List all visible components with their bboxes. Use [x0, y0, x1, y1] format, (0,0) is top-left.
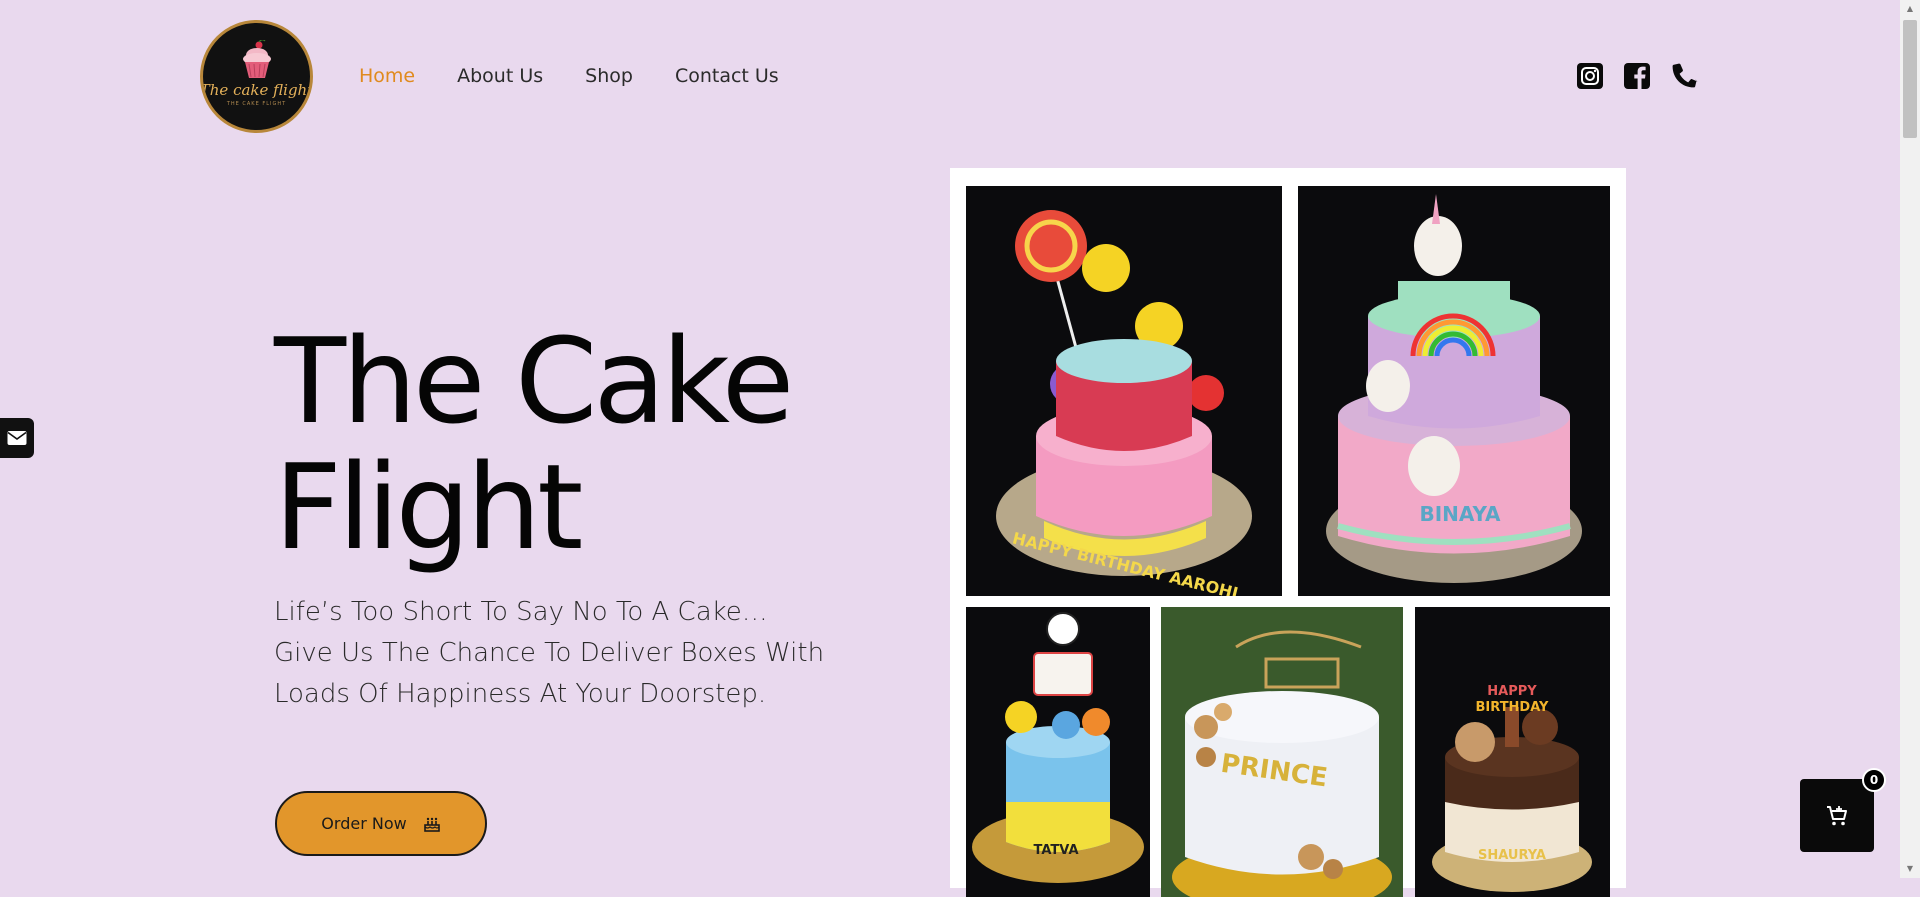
cake-image-binaya: BINAYA: [1326, 194, 1582, 583]
hero-subtitle: Life’s Too Short To Say No To A Cake… Gi…: [274, 592, 874, 715]
nav-shop[interactable]: Shop: [585, 62, 633, 90]
cake-image-tatva: TATVA: [972, 612, 1144, 883]
svg-text:HAPPY: HAPPY: [1487, 684, 1537, 699]
cake-photo-prince: PRINCE: [1161, 607, 1403, 897]
cart-count-badge: 0: [1862, 768, 1886, 792]
cake-image-prince: PRINCE: [1161, 607, 1403, 897]
cart-button[interactable]: [1800, 779, 1874, 852]
hero-subtitle-line2: Give Us The Chance To Deliver Boxes With: [274, 638, 825, 668]
scrollbar-thumb[interactable]: [1903, 20, 1917, 138]
cake-caption-shaurya: SHAURYA: [1478, 848, 1546, 863]
cake-photo-tatva: TATVA: [966, 607, 1150, 897]
hero-title: The Cake Flight: [274, 318, 894, 570]
social-links: [1576, 62, 1698, 90]
phone-icon[interactable]: [1670, 62, 1698, 90]
hero-title-line1: The Cake: [274, 312, 794, 450]
scroll-down-arrow-icon[interactable]: ▼: [1905, 864, 1915, 874]
facebook-icon[interactable]: [1623, 62, 1651, 90]
cupcake-icon: [242, 40, 271, 78]
logo-text: The cake flight: [200, 81, 313, 99]
cake-photo-shaurya: HAPPY BIRTHDAY SHAURYA: [1415, 607, 1610, 897]
order-now-button[interactable]: Order Now: [275, 791, 487, 856]
envelope-icon: [7, 431, 27, 445]
birthday-cake-icon: [423, 817, 440, 832]
email-tab[interactable]: [0, 418, 34, 458]
cake-caption-binaya: BINAYA: [1419, 502, 1501, 526]
hero-subtitle-line1: Life’s Too Short To Say No To A Cake…: [274, 597, 768, 627]
nav-home[interactable]: Home: [359, 62, 415, 90]
instagram-icon[interactable]: [1576, 62, 1604, 90]
cart-add-icon: [1827, 805, 1847, 825]
cake-image-shaurya: HAPPY BIRTHDAY SHAURYA: [1432, 684, 1592, 892]
cake-collage: HAPPY BIRTHDAY AAROHI BINAYA TATVA PRINC…: [950, 168, 1626, 897]
logo-subtext: THE CAKE FLIGHT: [226, 101, 287, 107]
hero-subtitle-line3: Loads Of Happiness At Your Doorstep.: [274, 679, 767, 709]
cake-image-aarohi: HAPPY BIRTHDAY AAROHI: [996, 210, 1252, 596]
scroll-up-arrow-icon[interactable]: ▲: [1905, 4, 1915, 14]
page-scrollbar[interactable]: ▲ ▼: [1900, 0, 1920, 878]
main-nav: Home About Us Shop Contact Us: [359, 62, 821, 90]
nav-contact-us[interactable]: Contact Us: [675, 62, 779, 90]
brand-logo[interactable]: The cake flight THE CAKE FLIGHT: [200, 20, 313, 133]
order-now-label: Order Now: [321, 814, 407, 833]
cake-photo-binaya: BINAYA: [1298, 186, 1610, 596]
hero-title-line2: Flight: [274, 438, 583, 576]
cake-photo-aarohi: HAPPY BIRTHDAY AAROHI: [966, 186, 1282, 596]
cake-caption-tatva: TATVA: [1033, 843, 1078, 858]
svg-text:BIRTHDAY: BIRTHDAY: [1476, 700, 1550, 715]
nav-about-us[interactable]: About Us: [457, 62, 543, 90]
